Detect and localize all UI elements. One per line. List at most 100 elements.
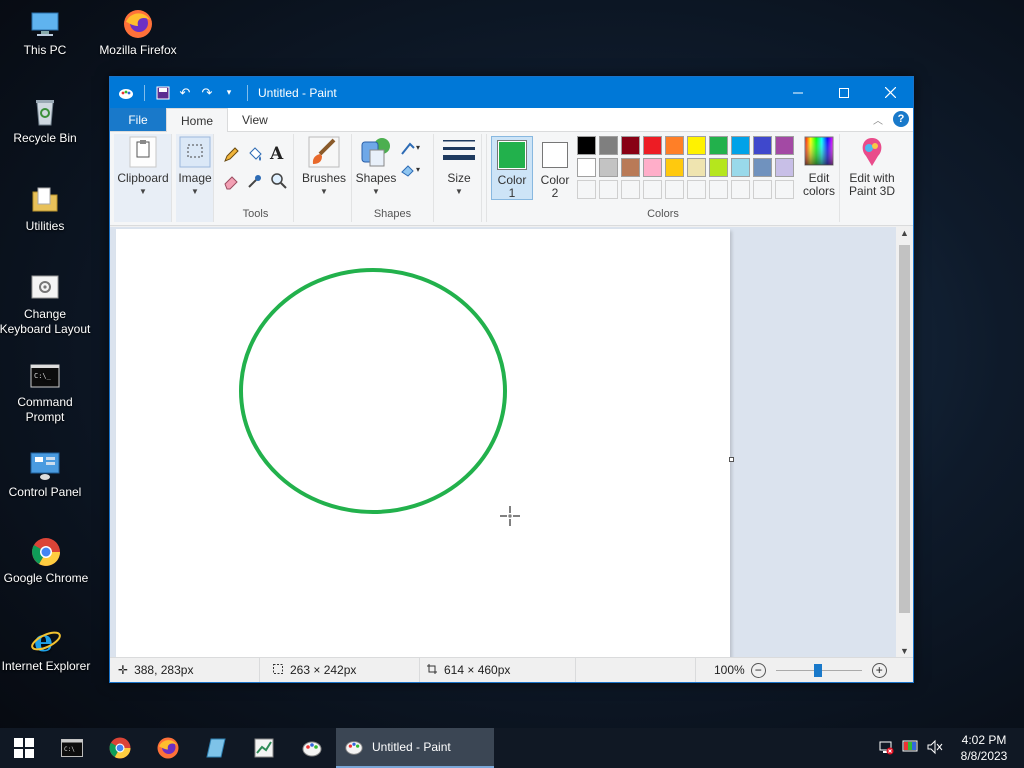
color-1-button[interactable]: Color 1 <box>491 136 533 200</box>
taskbar-paint-active[interactable]: Untitled - Paint <box>336 728 494 768</box>
desktop-icon-recycle-bin[interactable]: Recycle Bin <box>0 96 93 146</box>
palette-swatch[interactable] <box>577 158 596 177</box>
palette-swatch-empty[interactable] <box>577 180 596 199</box>
clipboard-button[interactable]: Clipboard ▼ <box>116 136 170 198</box>
scroll-down-icon[interactable]: ▼ <box>900 646 909 656</box>
scroll-up-icon[interactable]: ▲ <box>900 228 909 238</box>
title-bar[interactable]: ↶ ↷ ▾ Untitled - Paint <box>110 77 913 108</box>
desktop-icon-control-panel[interactable]: Control Panel <box>0 450 93 500</box>
fill-icon[interactable]: ▾ <box>400 162 424 181</box>
tools-group: A Tools <box>218 134 294 222</box>
desktop-icon-label: Utilities <box>25 219 65 233</box>
palette-swatch-empty[interactable] <box>775 180 794 199</box>
palette-swatch-empty[interactable] <box>665 180 684 199</box>
desktop-icon-utilities[interactable]: Utilities <box>0 184 93 234</box>
desktop-icon-this-pc[interactable]: This PC <box>0 8 93 58</box>
maximize-button[interactable] <box>821 77 867 108</box>
taskbar-app-3[interactable] <box>288 728 336 768</box>
palette-swatch[interactable] <box>731 158 750 177</box>
color-2-button[interactable]: Color 2 <box>537 136 573 200</box>
scrollbar-thumb[interactable] <box>899 245 910 613</box>
desktop-icon-firefox[interactable]: Mozilla Firefox <box>90 8 186 58</box>
canvas-drawing <box>239 268 520 526</box>
eraser-icon[interactable] <box>222 172 240 193</box>
palette-swatch[interactable] <box>775 136 794 155</box>
canvas-workspace[interactable] <box>110 227 897 657</box>
network-disconnected-icon[interactable] <box>878 739 894 758</box>
magnifier-icon[interactable] <box>270 172 288 193</box>
taskbar-command-prompt[interactable]: C:\ <box>48 728 96 768</box>
palette-swatch-empty[interactable] <box>599 180 618 199</box>
minimize-button[interactable] <box>775 77 821 108</box>
undo-icon[interactable]: ↶ <box>177 85 193 101</box>
palette-swatch[interactable] <box>687 136 706 155</box>
zoom-out-button[interactable]: − <box>750 662 766 678</box>
tab-view[interactable]: View <box>228 108 282 131</box>
desktop-icon-command-prompt[interactable]: C:\_ Command Prompt <box>0 360 93 425</box>
palette-swatch[interactable] <box>753 136 772 155</box>
palette-swatch[interactable] <box>643 136 662 155</box>
palette-swatch[interactable] <box>753 158 772 177</box>
palette-swatch-empty[interactable] <box>621 180 640 199</box>
palette-swatch[interactable] <box>775 158 794 177</box>
desktop-icon-change-keyboard-layout[interactable]: Change Keyboard Layout <box>0 272 93 337</box>
save-icon[interactable] <box>155 85 171 101</box>
zoom-in-button[interactable]: + <box>871 662 887 678</box>
image-button[interactable]: Image ▼ <box>176 136 214 198</box>
shapes-button[interactable]: Shapes ▼ <box>354 136 398 198</box>
selection-size: 263 × 242px <box>260 658 420 682</box>
ribbon: Clipboard ▼ Image ▼ A Tools Brushes ▼ Sh… <box>110 132 913 226</box>
palette-swatch[interactable] <box>665 136 684 155</box>
palette-swatch[interactable] <box>621 136 640 155</box>
drawing-canvas[interactable] <box>116 229 730 657</box>
vertical-scrollbar[interactable]: ▲ ▼ <box>896 227 913 657</box>
clock[interactable]: 4:02 PM 8/8/2023 <box>952 732 1016 764</box>
palette-swatch-empty[interactable] <box>753 180 772 199</box>
palette-swatch-empty[interactable] <box>709 180 728 199</box>
palette-swatch[interactable] <box>709 158 728 177</box>
edit-with-paint3d-button[interactable]: Edit with Paint 3D <box>844 136 900 198</box>
color-picker-icon[interactable] <box>246 172 264 193</box>
palette-swatch[interactable] <box>621 158 640 177</box>
palette-swatch[interactable] <box>643 158 662 177</box>
image-group: Image ▼ <box>176 134 214 222</box>
taskbar-app-2[interactable] <box>240 728 288 768</box>
close-button[interactable] <box>867 77 913 108</box>
palette-swatch[interactable] <box>665 158 684 177</box>
pencil-icon[interactable] <box>222 146 240 167</box>
size-button[interactable]: Size ▼ <box>438 136 480 198</box>
palette-swatch[interactable] <box>599 158 618 177</box>
canvas-resize-handle-right[interactable] <box>729 457 734 462</box>
help-icon[interactable]: ? <box>893 111 909 127</box>
fill-bucket-icon[interactable] <box>246 146 264 167</box>
taskbar-firefox[interactable] <box>144 728 192 768</box>
start-button[interactable] <box>0 728 48 768</box>
taskbar-app-1[interactable] <box>192 728 240 768</box>
redo-icon[interactable]: ↷ <box>199 85 215 101</box>
collapse-ribbon-icon[interactable]: ︿ <box>873 112 883 127</box>
palette-swatch-empty[interactable] <box>643 180 662 199</box>
display-color-icon[interactable] <box>902 739 918 758</box>
palette-swatch[interactable] <box>687 158 706 177</box>
paint-app-icon[interactable] <box>118 85 134 101</box>
outline-icon[interactable]: ▾ <box>400 140 424 159</box>
palette-swatch-empty[interactable] <box>731 180 750 199</box>
volume-muted-icon[interactable] <box>926 739 944 758</box>
zoom-slider[interactable] <box>775 663 862 678</box>
customize-quick-access-icon[interactable]: ▾ <box>221 85 237 101</box>
edit-colors-button[interactable]: Edit colors <box>797 136 841 198</box>
palette-swatch[interactable] <box>577 136 596 155</box>
desktop-icon-internet-explorer[interactable]: e Internet Explorer <box>0 624 94 674</box>
tab-file[interactable]: File <box>110 108 166 131</box>
chevron-down-icon: ▼ <box>139 187 147 196</box>
zoom-slider-thumb[interactable] <box>813 663 822 677</box>
text-tool-icon[interactable]: A <box>270 144 283 164</box>
palette-swatch[interactable] <box>709 136 728 155</box>
palette-swatch[interactable] <box>599 136 618 155</box>
tab-home[interactable]: Home <box>166 108 229 132</box>
palette-swatch-empty[interactable] <box>687 180 706 199</box>
brushes-button[interactable]: Brushes ▼ <box>298 136 350 198</box>
taskbar-chrome[interactable] <box>96 728 144 768</box>
palette-swatch[interactable] <box>731 136 750 155</box>
desktop-icon-google-chrome[interactable]: Google Chrome <box>0 536 94 586</box>
